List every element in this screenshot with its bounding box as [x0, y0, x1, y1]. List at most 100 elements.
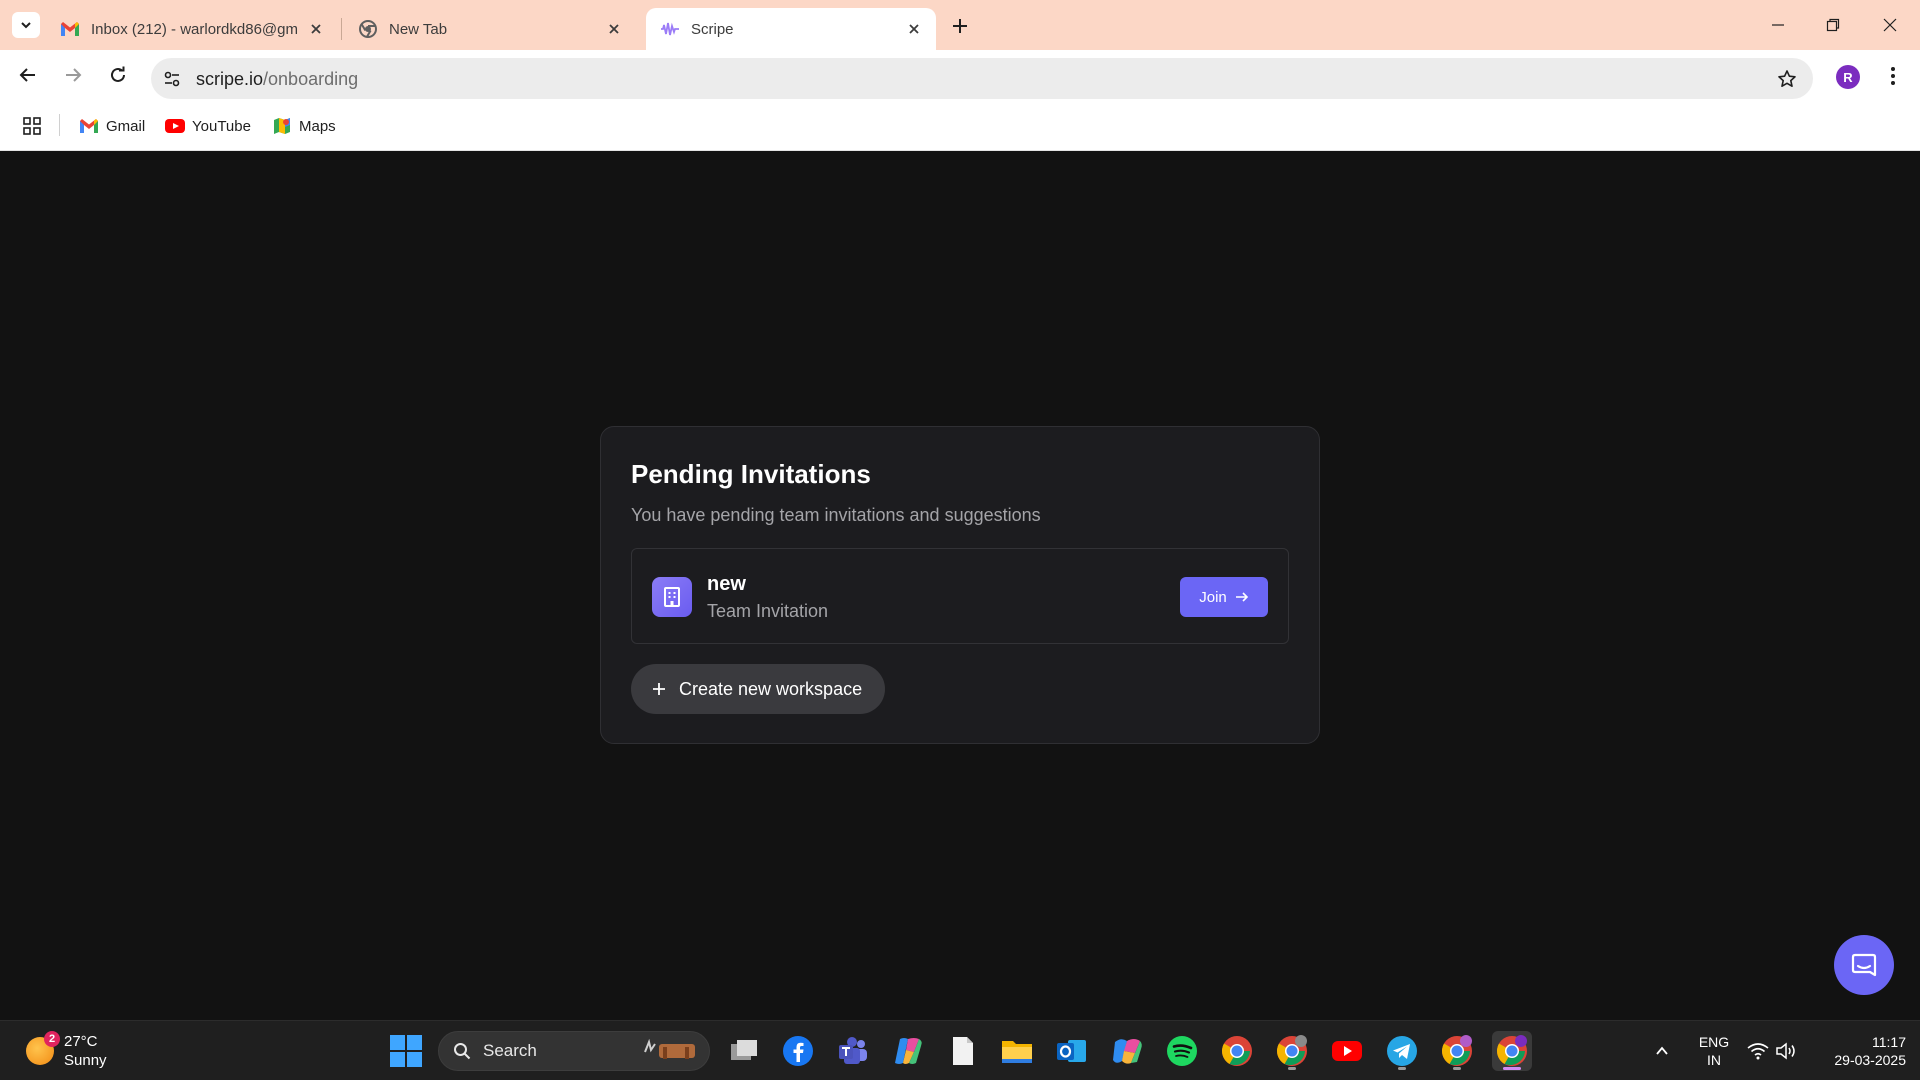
taskbar-chrome-profile-2[interactable]	[1272, 1031, 1312, 1071]
youtube-icon	[164, 117, 186, 135]
weather-widget[interactable]: 2 27°C Sunny	[26, 1031, 107, 1071]
windows-logo-tile	[407, 1035, 422, 1050]
reload-icon	[111, 66, 125, 82]
tab-separator	[341, 18, 342, 40]
join-label: Join	[1199, 588, 1227, 606]
running-indicator	[1288, 1067, 1296, 1070]
outlook-icon	[1057, 1040, 1086, 1062]
arrow-right-icon	[1235, 592, 1248, 602]
tab-strip: Inbox (212) - warlordkd86@gm New Tab Scr…	[0, 0, 1920, 50]
minimize-button[interactable]	[1763, 10, 1793, 40]
teams-icon	[839, 1037, 867, 1064]
taskbar-telegram[interactable]	[1382, 1031, 1422, 1071]
input-language-indicator[interactable]: ENG IN	[1696, 1033, 1732, 1069]
search-highlight-icon	[644, 1038, 695, 1059]
windows-logo-tile	[390, 1035, 405, 1050]
running-indicator	[1453, 1067, 1461, 1070]
taskbar-chrome[interactable]	[1217, 1031, 1257, 1071]
windows-logo-tile	[407, 1052, 422, 1067]
system-clock[interactable]: 11:17 29-03-2025	[1810, 1033, 1906, 1069]
taskbar-youtube[interactable]	[1327, 1031, 1367, 1071]
restore-button[interactable]	[1818, 10, 1848, 40]
profile-avatar[interactable]: R	[1836, 65, 1860, 89]
bookmark-youtube[interactable]: YouTube	[164, 113, 251, 139]
taskbar-chrome-profile-r[interactable]	[1492, 1031, 1532, 1071]
bookmark-label: YouTube	[192, 117, 251, 135]
taskbar-outlook[interactable]	[1052, 1031, 1092, 1071]
taskbar-microsoft-365[interactable]	[1107, 1031, 1147, 1071]
clock-time: 11:17	[1872, 1034, 1906, 1050]
chat-launcher-button[interactable]	[1834, 935, 1894, 995]
card-title: Pending Invitations	[631, 459, 871, 489]
chrome-icon	[1441, 1035, 1472, 1066]
bookmark-star-button[interactable]	[1775, 67, 1799, 91]
chrome-icon	[1496, 1035, 1527, 1066]
maps-icon	[271, 117, 293, 135]
taskbar-file-explorer[interactable]	[997, 1031, 1037, 1071]
tab-search-button[interactable]	[12, 12, 40, 38]
onboarding-page: Pending Invitations You have pending tea…	[0, 151, 1920, 1020]
chevron-down-icon	[21, 22, 31, 29]
card-subtitle: You have pending team invitations and su…	[631, 505, 1041, 525]
address-bar[interactable]: scripe.io/onboarding	[151, 58, 1813, 99]
clock-date: 29-03-2025	[1834, 1052, 1906, 1068]
show-hidden-icons-button[interactable]	[1650, 1039, 1674, 1063]
back-button[interactable]	[13, 60, 43, 90]
scripe-icon	[660, 19, 680, 39]
create-workspace-button[interactable]: Create new workspace	[631, 664, 885, 714]
document-icon	[953, 1037, 973, 1065]
chrome-icon	[358, 19, 378, 39]
taskbar-notepad[interactable]	[943, 1031, 983, 1071]
weather-text: 27°C Sunny	[64, 1032, 107, 1070]
tab-title: New Tab	[389, 20, 448, 38]
url-domain: scripe.io	[196, 69, 264, 89]
more-vertical-icon	[1891, 67, 1895, 85]
wifi-button[interactable]	[1746, 1039, 1770, 1063]
minimize-icon	[1772, 24, 1784, 26]
bookmark-separator	[59, 114, 60, 136]
team-name: new	[707, 573, 746, 595]
copilot-icon	[895, 1038, 922, 1064]
sun-icon: 2	[26, 1031, 60, 1065]
tab-title: Scripe	[691, 20, 734, 38]
tab-scripe[interactable]: Scripe	[646, 8, 936, 50]
tab-new-tab[interactable]: New Tab	[344, 8, 636, 50]
close-icon[interactable]	[306, 19, 326, 39]
close-icon[interactable]	[604, 19, 624, 39]
bookmark-gmail[interactable]: Gmail	[78, 113, 145, 139]
plus-icon	[653, 683, 665, 695]
telegram-icon	[1387, 1036, 1417, 1066]
region-code: IN	[1707, 1052, 1721, 1068]
apps-button[interactable]	[20, 114, 44, 138]
plus-icon	[953, 19, 967, 33]
taskbar-search-box[interactable]: Search	[438, 1031, 710, 1071]
join-button[interactable]: Join	[1180, 577, 1268, 617]
reload-button[interactable]	[103, 60, 133, 90]
taskbar-teams[interactable]	[833, 1031, 873, 1071]
taskbar-copilot[interactable]	[888, 1031, 928, 1071]
volume-button[interactable]	[1774, 1039, 1798, 1063]
windows-start-button[interactable]	[390, 1035, 422, 1067]
active-indicator	[1503, 1067, 1521, 1070]
facebook-icon	[783, 1036, 813, 1066]
taskbar-chrome-profile-d[interactable]	[1437, 1031, 1477, 1071]
new-tab-button[interactable]	[946, 12, 974, 40]
taskbar-facebook[interactable]	[778, 1031, 818, 1071]
taskbar-task-view[interactable]	[724, 1031, 764, 1071]
speaker-icon	[1776, 1042, 1795, 1060]
pending-invitations-card: Pending Invitations You have pending tea…	[600, 426, 1320, 744]
close-window-button[interactable]	[1875, 10, 1905, 40]
weather-temperature: 27°C	[64, 1033, 98, 1050]
site-info-icon[interactable]	[161, 68, 183, 90]
task-view-icon	[731, 1040, 757, 1060]
bookmark-maps[interactable]: Maps	[271, 113, 336, 139]
chrome-icon	[1276, 1035, 1307, 1066]
url-path: /onboarding	[263, 69, 359, 89]
tab-gmail-inbox[interactable]: Inbox (212) - warlordkd86@gm	[46, 8, 338, 50]
browser-menu-button[interactable]	[1880, 62, 1906, 90]
close-icon[interactable]	[904, 19, 924, 39]
forward-button[interactable]	[58, 60, 88, 90]
taskbar-spotify[interactable]	[1162, 1031, 1202, 1071]
wifi-icon	[1747, 1043, 1769, 1060]
folder-icon	[1002, 1041, 1032, 1063]
